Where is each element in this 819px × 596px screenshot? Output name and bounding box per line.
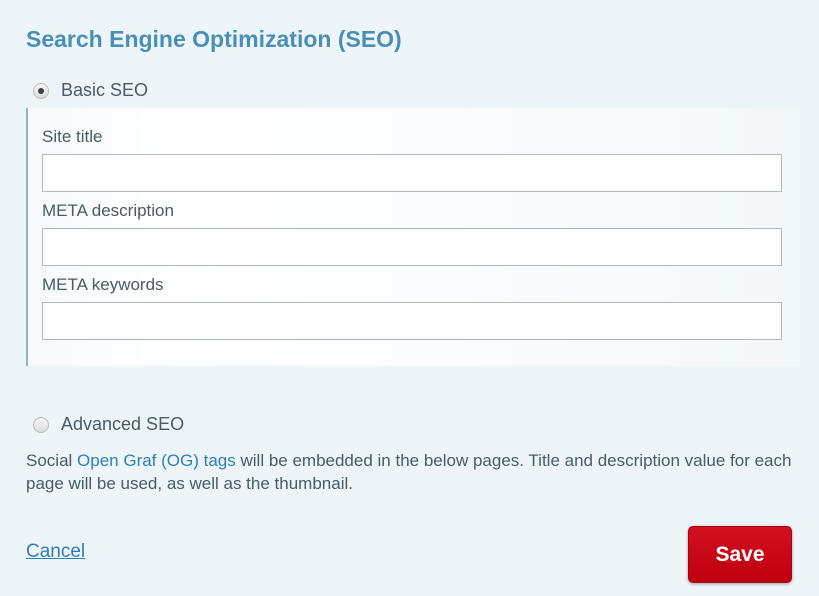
basic-seo-panel: Site title META description META keyword… bbox=[26, 108, 800, 366]
basic-seo-option[interactable]: Basic SEO bbox=[33, 80, 148, 101]
advanced-seo-option[interactable]: Advanced SEO bbox=[33, 414, 184, 435]
advanced-seo-label: Advanced SEO bbox=[61, 414, 185, 434]
basic-seo-radio[interactable] bbox=[33, 82, 49, 99]
desc-prefix: Social bbox=[26, 451, 78, 470]
og-tags-link[interactable]: Open Graf (OG) tags bbox=[77, 451, 236, 470]
cancel-link[interactable]: Cancel bbox=[26, 541, 85, 563]
meta-keywords-input[interactable] bbox=[42, 302, 782, 340]
meta-keywords-label: META keywords bbox=[42, 275, 164, 294]
meta-description-input[interactable] bbox=[42, 228, 782, 266]
basic-seo-label: Basic SEO bbox=[61, 80, 149, 100]
advanced-seo-radio[interactable] bbox=[33, 416, 49, 433]
og-tags-description: Social Open Graf (OG) tags will be embed… bbox=[26, 449, 806, 495]
site-title-input[interactable] bbox=[42, 154, 782, 192]
save-button[interactable]: Save bbox=[688, 526, 792, 583]
page-title: Search Engine Optimization (SEO) bbox=[26, 26, 402, 52]
meta-description-label: META description bbox=[42, 201, 174, 220]
site-title-label: Site title bbox=[42, 127, 103, 146]
